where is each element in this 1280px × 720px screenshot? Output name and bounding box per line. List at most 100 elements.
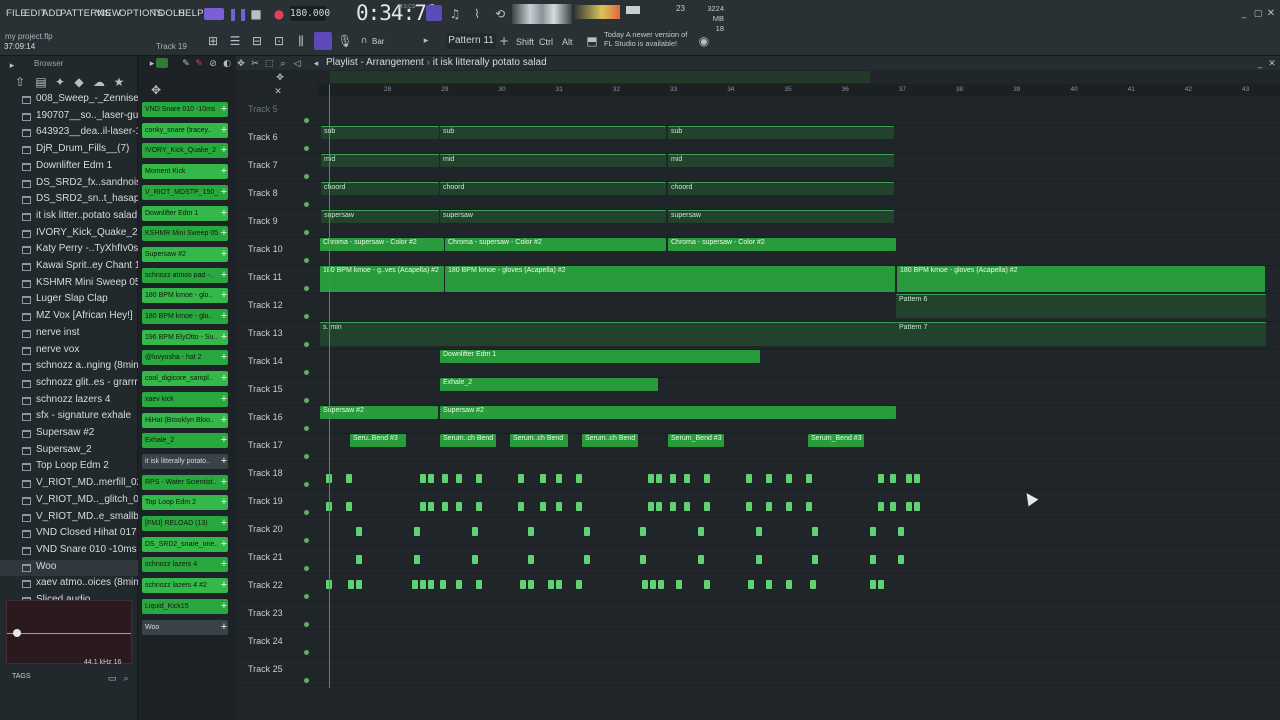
clip-serum-bend[interactable]: Serum..ch Bend [510,434,568,447]
clip-mid[interactable]: mid [440,154,666,167]
browser-favorites-icon[interactable]: ★ [111,74,127,90]
browser-item[interactable]: KSHMR Mini Sweep 05 [0,276,138,293]
drum-clip[interactable] [528,527,534,536]
drum-clip[interactable] [476,474,482,483]
track-mute-led[interactable] [304,594,309,599]
channel-button[interactable]: KSHMR Mini Sweep 05 + [142,226,228,242]
channel-add-icon[interactable]: + [219,620,228,635]
playback-tool-icon[interactable]: ◁ [289,56,305,72]
track-name[interactable]: Track 21 [248,552,283,562]
close-icon[interactable]: ✕ [1263,6,1279,22]
track-name[interactable]: Track 20 [248,524,283,534]
drum-clip[interactable] [756,555,762,564]
drum-clip[interactable] [414,527,420,536]
browser-item[interactable]: Supersaw #2 [0,426,138,443]
clip-mid[interactable]: mid [668,154,894,167]
channel-add-icon[interactable]: + [219,495,228,510]
drum-clip[interactable] [698,555,704,564]
update-icon[interactable]: ⬒ [584,33,600,49]
tags-label[interactable]: TAGS [12,673,31,680]
track-row[interactable] [236,378,1280,406]
track-mute-led[interactable] [304,286,309,291]
mixer-icon[interactable]: ⫼ [293,33,309,49]
channel-add-icon[interactable]: + [219,268,228,283]
drum-clip[interactable] [576,502,582,511]
drum-clip[interactable] [528,580,534,589]
track-name[interactable]: Track 15 [248,384,283,394]
clip-serum-bend[interactable]: Seru..Bend #3 [350,434,406,447]
loop-record-icon[interactable]: ⟲ [492,6,508,22]
pattern-song-toggle[interactable] [204,8,224,20]
browser-item[interactable]: Luger Slap Clap [0,292,138,309]
drum-clip[interactable] [346,502,352,511]
drum-clip[interactable] [890,502,896,511]
drum-clip[interactable] [584,527,590,536]
playlist-overview-scrollbar[interactable] [330,71,870,83]
track-mute-led[interactable] [304,370,309,375]
piano-roll-icon[interactable]: ⊟ [249,33,265,49]
browser-menu-icon[interactable]: ▸ [4,58,20,74]
drum-clip[interactable] [870,555,876,564]
browser-current-icon[interactable]: ◆ [71,74,87,90]
browser-item[interactable]: 008_Sweep_-_Zenniser [0,92,138,109]
tags-search-icon[interactable]: ⌕ [118,671,134,687]
channel-button[interactable]: 180 BPM kmoe - glo.. + [142,288,228,304]
browser-item[interactable]: Top Loop Edm 2 [0,459,138,476]
drum-clip[interactable] [746,474,752,483]
track-name[interactable]: Track 23 [248,608,283,618]
browser-item[interactable]: DS_SRD2_fx..sandnoise [0,176,138,193]
channel-add-icon[interactable]: + [219,371,228,386]
drum-clip[interactable] [348,580,354,589]
drum-clip[interactable] [656,474,662,483]
channel-add-icon[interactable]: + [219,123,228,138]
channel-button[interactable]: RPS - Water Scientist.. + [142,474,228,490]
drum-clip[interactable] [414,555,420,564]
drum-clip[interactable] [812,527,818,536]
playlist-close-icon[interactable]: ✕ [1264,56,1280,72]
drum-clip[interactable] [786,580,792,589]
track-name[interactable]: Track 17 [248,440,283,450]
drum-clip[interactable] [356,555,362,564]
channel-add-icon[interactable]: + [219,599,228,614]
drum-clip[interactable] [528,555,534,564]
drum-clip[interactable] [766,580,772,589]
track-row[interactable] [236,574,1280,602]
drum-clip[interactable] [576,580,582,589]
clip-supersaw[interactable]: supersaw [321,210,439,223]
channel-button[interactable]: DS_SRD2_snare_one.. + [142,536,228,552]
stop-icon[interactable]: ■ [248,6,264,22]
clip-supersaw[interactable]: supersaw [440,210,666,223]
clip-serum-bend[interactable]: Serum..ch Bend [582,434,638,447]
track-mute-led[interactable] [304,202,309,207]
drum-clip[interactable] [476,580,482,589]
clip-serum-bend[interactable]: Serum_Bend #3 [668,434,724,447]
drum-clip[interactable] [346,474,352,483]
track-mute-led[interactable] [304,566,309,571]
track-mute-led[interactable] [304,482,309,487]
track-mute-led[interactable] [304,650,309,655]
clip-chroma[interactable]: Chroma - supersaw - Color #2 [668,238,896,251]
drum-clip[interactable] [520,580,526,589]
menu-view[interactable]: VIEW [96,8,121,19]
drum-clip[interactable] [518,474,524,483]
drum-clip[interactable] [704,580,710,589]
drum-clip[interactable] [786,502,792,511]
drum-clip[interactable] [428,474,434,483]
drum-clip[interactable] [556,474,562,483]
channel-add-icon[interactable]: + [219,516,228,531]
drum-clip[interactable] [356,527,362,536]
drum-clip[interactable] [412,580,418,589]
channel-button[interactable]: Liquid_Kick15 + [142,598,228,614]
channel-add-icon[interactable]: + [219,102,228,117]
online-icon[interactable]: ◉ [696,33,712,49]
drum-clip[interactable] [548,580,554,589]
playlist-options-icon[interactable]: ◂ [308,56,324,72]
drum-clip[interactable] [356,580,362,589]
track-name[interactable]: Track 14 [248,356,283,366]
drum-clip[interactable] [698,527,704,536]
track-mute-led[interactable] [304,538,309,543]
channel-add-icon[interactable]: + [219,578,228,593]
channel-button[interactable]: 180 BPM kmoe - glo.. + [142,309,228,324]
drum-clip[interactable] [684,474,690,483]
drum-clip[interactable] [878,474,884,483]
